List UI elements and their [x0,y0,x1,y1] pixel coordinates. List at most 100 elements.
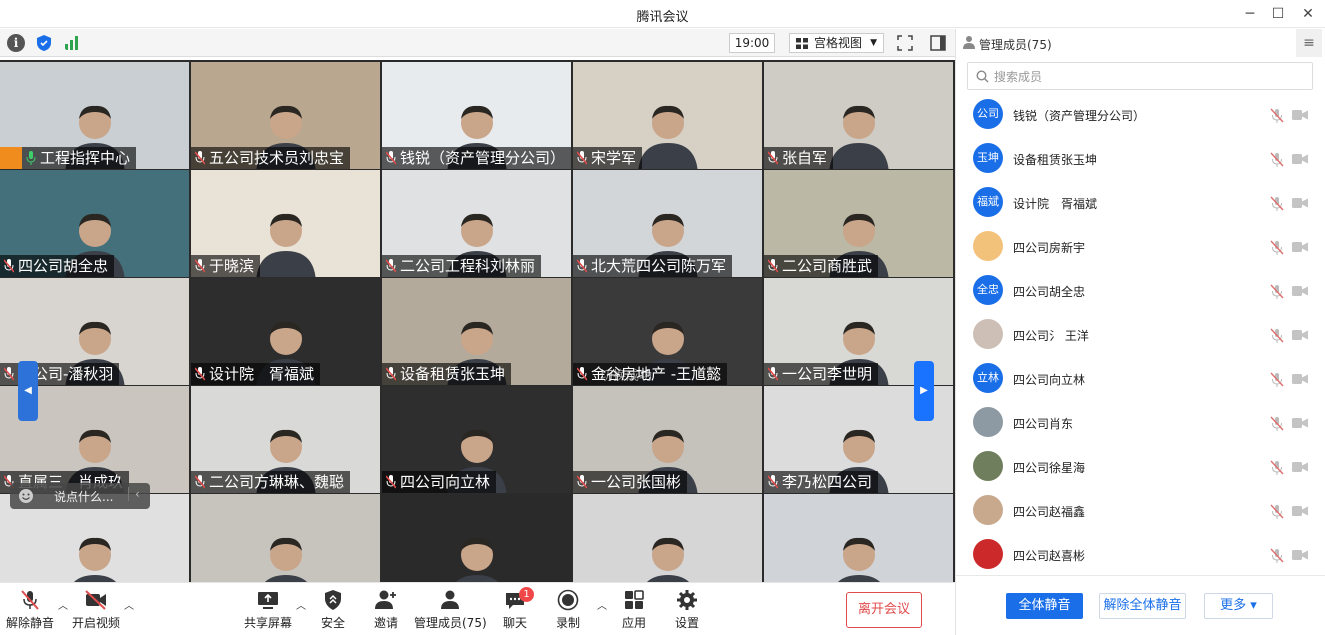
video-tile[interactable]: 北大荒四公司陈万军 [573,170,762,277]
video-tile[interactable] [191,494,380,582]
unmute-button[interactable]: 解除静音 [0,589,60,633]
security-button[interactable]: 安全 [303,589,363,633]
apps-button[interactable]: 应用 [604,589,664,633]
members-panel: 管理成员(75) ≡ 公司钱锐（资产管理分公司）玉坤设备租赁张玉坤福斌设计院 胥… [955,29,1325,635]
record-button[interactable]: 录制 [538,589,598,633]
signal-icon[interactable] [63,34,81,52]
search-input[interactable] [994,67,1294,86]
mic-off-icon[interactable] [1270,416,1284,431]
close-button[interactable]: ✕ [1298,4,1318,24]
info-icon[interactable]: i [7,34,25,52]
camera-off-icon[interactable] [1292,329,1308,341]
camera-off-icon[interactable] [1292,461,1308,473]
camera-off-icon[interactable] [1292,417,1308,429]
camera-off-icon[interactable] [1292,285,1308,297]
camera-off-icon[interactable] [1292,505,1308,517]
next-page-button[interactable]: ▶ [914,361,934,421]
emoji-icon[interactable] [18,488,34,504]
mic-off-icon[interactable] [1270,196,1284,211]
video-tile[interactable]: 宋学军 [573,62,762,169]
member-row[interactable]: 公司 钱锐（资产管理分公司） [956,99,1325,137]
video-tile[interactable]: 工程指挥中心 [0,62,189,169]
security-shield-icon [325,590,341,610]
mic-off-icon[interactable] [1270,460,1284,475]
more-button[interactable]: 更多 ▾ [1204,593,1273,619]
settings-button[interactable]: 设置 [657,589,717,633]
video-tile[interactable]: 一公司张国彬 [573,386,762,493]
mic-off-icon [577,367,587,381]
mic-off-icon[interactable] [1270,548,1284,563]
member-row[interactable]: 四公司肖东 [956,401,1325,445]
view-mode-dropdown[interactable]: 宫格视图 ▼ [789,33,884,53]
video-options-chevron-icon[interactable]: ︿ [124,597,134,612]
camera-off-icon[interactable] [1292,241,1308,253]
grid-view-icon [796,38,808,49]
quick-chat-input[interactable]: 说点什么... ‹ [10,483,150,509]
leave-meeting-button[interactable]: 离开会议 [846,592,922,628]
video-tile[interactable] [382,494,571,582]
member-row[interactable]: 四公司房新宇 [956,225,1325,269]
mic-off-icon[interactable] [1270,372,1284,387]
member-row[interactable]: 福斌 设计院 胥福斌 [956,181,1325,225]
member-row[interactable]: 四公司赵喜彬 [956,533,1325,575]
member-row[interactable]: 玉坤 设备租赁张玉坤 [956,137,1325,181]
chat-button[interactable]: 1 聊天 [485,587,545,633]
video-tile[interactable]: 二公司方琳琳、魏聪 [191,386,380,493]
video-tile[interactable]: 设计院 胥福斌 [191,278,380,385]
mic-off-icon[interactable] [1270,108,1284,123]
camera-off-icon[interactable] [1292,153,1308,165]
video-tile[interactable]: 五公司技术员刘忠宝 [191,62,380,169]
mic-off-icon[interactable] [1270,284,1284,299]
member-row[interactable]: 四公司徐星海 [956,445,1325,489]
camera-off-icon[interactable] [1292,197,1308,209]
member-row[interactable]: 四公司氵 王洋 [956,313,1325,357]
sidebar-toggle-icon[interactable] [929,34,947,52]
fullscreen-icon[interactable] [896,34,914,52]
video-tile[interactable] [573,494,762,582]
mic-off-icon [195,475,205,489]
mute-all-button[interactable]: 全体静音 [1006,593,1083,619]
video-tile[interactable]: 二公司商胜武 [764,170,953,277]
camera-off-icon[interactable] [1292,373,1308,385]
start-video-button[interactable]: 开启视频 [66,589,126,633]
menu-icon[interactable]: ≡ [1296,29,1322,57]
member-name: 四公司赵喜彬 [1013,549,1086,563]
shield-icon[interactable] [35,34,53,52]
video-tile[interactable]: 四公司向立林 [382,386,571,493]
video-tile[interactable]: 四公司胡全忠 [0,170,189,277]
member-row[interactable]: 全忠 四公司胡全忠 [956,269,1325,313]
mic-off-icon[interactable] [1270,152,1284,167]
video-tile[interactable]: 钱锐（资产管理分公司） [382,62,571,169]
mic-off-icon[interactable] [1270,240,1284,255]
member-search[interactable] [967,62,1313,90]
video-tile[interactable]: 设备租赁张玉坤 [382,278,571,385]
minimize-button[interactable]: ─ [1240,4,1260,24]
participant-silhouette [646,537,689,582]
mic-off-icon[interactable] [1270,328,1284,343]
member-name: 四公司肖东 [1013,417,1074,431]
unmute-all-button[interactable]: 解除全体静音 [1099,593,1186,619]
participant-silhouette [73,537,116,582]
mic-off-icon[interactable] [1270,504,1284,519]
collapse-chevron-icon[interactable]: ‹ [128,487,140,501]
invite-button[interactable]: 邀请 [356,589,416,633]
avatar [973,319,1003,349]
share-screen-button[interactable]: 共享屏幕 [238,589,298,633]
participant-name-text: 工程指挥中心 [40,149,131,167]
previous-page-button[interactable]: ◀ [18,361,38,421]
maximize-button[interactable]: ☐ [1268,4,1288,24]
camera-off-icon[interactable] [1292,109,1308,121]
manage-members-button[interactable]: 管理成员(75) [414,589,487,633]
gear-icon [677,590,697,610]
participant-silhouette [828,105,889,169]
video-tile[interactable]: 二公司工程科刘林丽 [382,170,571,277]
member-row[interactable]: 四公司赵福鑫 [956,489,1325,533]
member-row[interactable]: 立林 四公司向立林 [956,357,1325,401]
chat-placeholder: 说点什么... [54,490,114,504]
video-tile[interactable]: 张自军 [764,62,953,169]
video-tile[interactable]: 于晓滨 [191,170,380,277]
participant-name: 于晓滨 [191,255,261,277]
video-tile[interactable] [764,494,953,582]
camera-off-icon[interactable] [1292,549,1308,561]
mic-off-icon [386,367,396,381]
